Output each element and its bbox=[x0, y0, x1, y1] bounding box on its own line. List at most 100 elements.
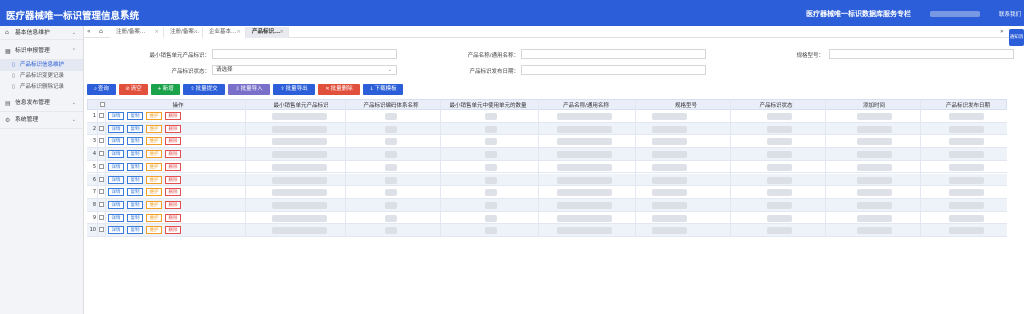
copy-button[interactable]: 复制 bbox=[127, 200, 143, 209]
batch-import-button[interactable]: ⇩批量导入 bbox=[228, 84, 270, 95]
database-link[interactable]: 医疗器械唯一标识数据库服务专栏 bbox=[806, 9, 911, 19]
maintain-button[interactable]: 维护 bbox=[146, 226, 162, 235]
model-input[interactable] bbox=[829, 49, 1014, 59]
maintain-button[interactable]: 维护 bbox=[146, 175, 162, 184]
redacted-cell bbox=[272, 201, 327, 209]
copy-button[interactable]: 复制 bbox=[127, 137, 143, 146]
sidebar-item-basic-info[interactable]: ⌂ 基本信息维护 ⌄ bbox=[0, 26, 83, 40]
table-row: 6 详情 复制 维护 删除 bbox=[87, 173, 1007, 187]
redacted-cell bbox=[557, 201, 612, 209]
batch-delete-button[interactable]: ✕批量删除 bbox=[318, 84, 360, 95]
row-checkbox[interactable] bbox=[99, 113, 104, 118]
delete-button[interactable]: 删除 bbox=[165, 200, 181, 209]
redacted-cell bbox=[857, 163, 892, 171]
delete-button[interactable]: 删除 bbox=[165, 175, 181, 184]
tab-product-identifier[interactable]: 产品标识... × bbox=[246, 27, 289, 38]
detail-button[interactable]: 详情 bbox=[108, 137, 124, 146]
detail-button[interactable]: 详情 bbox=[108, 112, 124, 120]
row-checkbox[interactable] bbox=[99, 201, 104, 207]
tab-next-icon[interactable]: » bbox=[1000, 28, 1004, 35]
sidebar-subitem-maintain[interactable]: ▯ 产品标识信息维护 bbox=[0, 60, 83, 71]
home-tab-icon[interactable]: ⌂ bbox=[99, 28, 103, 35]
detail-button[interactable]: 详情 bbox=[108, 200, 124, 209]
row-checkbox[interactable] bbox=[99, 214, 104, 220]
sidebar-item-publish[interactable]: ▤ 信息发布管理 ⌄ bbox=[0, 95, 83, 112]
contact-link[interactable]: 联系我们 bbox=[999, 10, 1021, 18]
row-number: 8 bbox=[92, 201, 96, 208]
tab-enterprise[interactable]: 企业基本... × bbox=[203, 27, 246, 38]
redacted-cell bbox=[857, 125, 892, 133]
maintain-button[interactable]: 维护 bbox=[146, 137, 162, 146]
detail-button[interactable]: 详情 bbox=[108, 124, 124, 133]
redacted-cell bbox=[385, 125, 397, 133]
tab-prev-icon[interactable]: « bbox=[87, 28, 91, 35]
copy-button[interactable]: 复制 bbox=[127, 213, 143, 222]
maintain-button[interactable]: 维护 bbox=[146, 213, 162, 222]
status-select[interactable]: 请选择 ⌄ bbox=[212, 65, 397, 75]
delete-button[interactable]: 删除 bbox=[165, 150, 181, 159]
row-checkbox[interactable] bbox=[99, 189, 104, 195]
redacted-cell bbox=[272, 125, 327, 133]
tab-registration-2[interactable]: 注册/备案... × bbox=[164, 27, 203, 38]
sidebar-subitem-delete-log[interactable]: ▯ 产品标识删除记录 bbox=[0, 82, 83, 93]
sidebar-subitem-change-log[interactable]: ▯ 产品标识变更记录 bbox=[0, 71, 83, 82]
product-name-input[interactable] bbox=[521, 49, 706, 59]
batch-submit-button[interactable]: ⇧批量提交 bbox=[183, 84, 225, 95]
close-icon[interactable]: × bbox=[154, 27, 159, 38]
row-checkbox[interactable] bbox=[99, 163, 104, 169]
detail-button[interactable]: 详情 bbox=[108, 162, 124, 171]
copy-button[interactable]: 复制 bbox=[127, 150, 143, 159]
close-icon[interactable]: × bbox=[193, 27, 198, 38]
detail-button[interactable]: 详情 bbox=[108, 213, 124, 222]
delete-button[interactable]: 删除 bbox=[165, 213, 181, 222]
detail-button[interactable]: 详情 bbox=[108, 226, 124, 235]
download-template-button[interactable]: ↓下载模板 bbox=[363, 84, 403, 95]
notification-button[interactable]: 通知消息 bbox=[1009, 29, 1024, 57]
redacted-cell bbox=[385, 189, 397, 197]
sidebar-item-system[interactable]: ⚙ 系统管理 ⌄ bbox=[0, 112, 83, 129]
row-checkbox[interactable] bbox=[99, 227, 104, 233]
min-unit-input[interactable] bbox=[212, 49, 397, 59]
row-number: 2 bbox=[92, 125, 96, 132]
header-system-name: 产品标识编码体系名称 bbox=[363, 103, 419, 109]
tab-registration-1[interactable]: 注册/备案... × bbox=[110, 27, 164, 38]
maintain-button[interactable]: 维护 bbox=[146, 200, 162, 209]
redacted-cell bbox=[767, 125, 792, 133]
copy-button[interactable]: 复制 bbox=[127, 124, 143, 133]
detail-button[interactable]: 详情 bbox=[108, 150, 124, 159]
row-checkbox[interactable] bbox=[99, 176, 104, 182]
sidebar-item-label: 标识申报管理 bbox=[15, 48, 50, 54]
copy-button[interactable]: 复制 bbox=[127, 162, 143, 171]
redacted-cell bbox=[652, 125, 687, 133]
row-checkbox[interactable] bbox=[99, 151, 104, 157]
copy-button[interactable]: 复制 bbox=[127, 226, 143, 235]
delete-button[interactable]: 删除 bbox=[165, 112, 181, 120]
delete-button[interactable]: 删除 bbox=[165, 226, 181, 235]
detail-button[interactable]: 详情 bbox=[108, 188, 124, 197]
maintain-button[interactable]: 维护 bbox=[146, 124, 162, 133]
delete-button[interactable]: 删除 bbox=[165, 188, 181, 197]
copy-button[interactable]: 复制 bbox=[127, 112, 143, 120]
clear-button[interactable]: ⊘清空 bbox=[119, 84, 148, 95]
batch-export-button[interactable]: ⇪批量导出 bbox=[273, 84, 315, 95]
delete-button[interactable]: 删除 bbox=[165, 137, 181, 146]
close-icon[interactable]: × bbox=[236, 27, 241, 38]
menu-toggle-icon[interactable]: ☰ bbox=[121, 9, 127, 17]
maintain-button[interactable]: 维护 bbox=[146, 112, 162, 120]
sidebar-item-identifier[interactable]: ▦ 标识申报管理 ⌃ bbox=[0, 43, 83, 60]
maintain-button[interactable]: 维护 bbox=[146, 150, 162, 159]
copy-button[interactable]: 复制 bbox=[127, 188, 143, 197]
add-button[interactable]: +新增 bbox=[151, 84, 180, 95]
delete-button[interactable]: 删除 bbox=[165, 162, 181, 171]
maintain-button[interactable]: 维护 bbox=[146, 162, 162, 171]
row-checkbox[interactable] bbox=[99, 125, 104, 131]
copy-button[interactable]: 复制 bbox=[127, 175, 143, 184]
close-icon[interactable]: × bbox=[279, 27, 284, 38]
row-checkbox[interactable] bbox=[99, 138, 104, 144]
detail-button[interactable]: 详情 bbox=[108, 175, 124, 184]
query-button[interactable]: ⌕查询 bbox=[87, 84, 116, 95]
maintain-button[interactable]: 维护 bbox=[146, 188, 162, 197]
delete-button[interactable]: 删除 bbox=[165, 124, 181, 133]
publish-date-input[interactable] bbox=[521, 65, 706, 75]
header-product-name: 产品名称/通用名称 bbox=[563, 103, 609, 109]
